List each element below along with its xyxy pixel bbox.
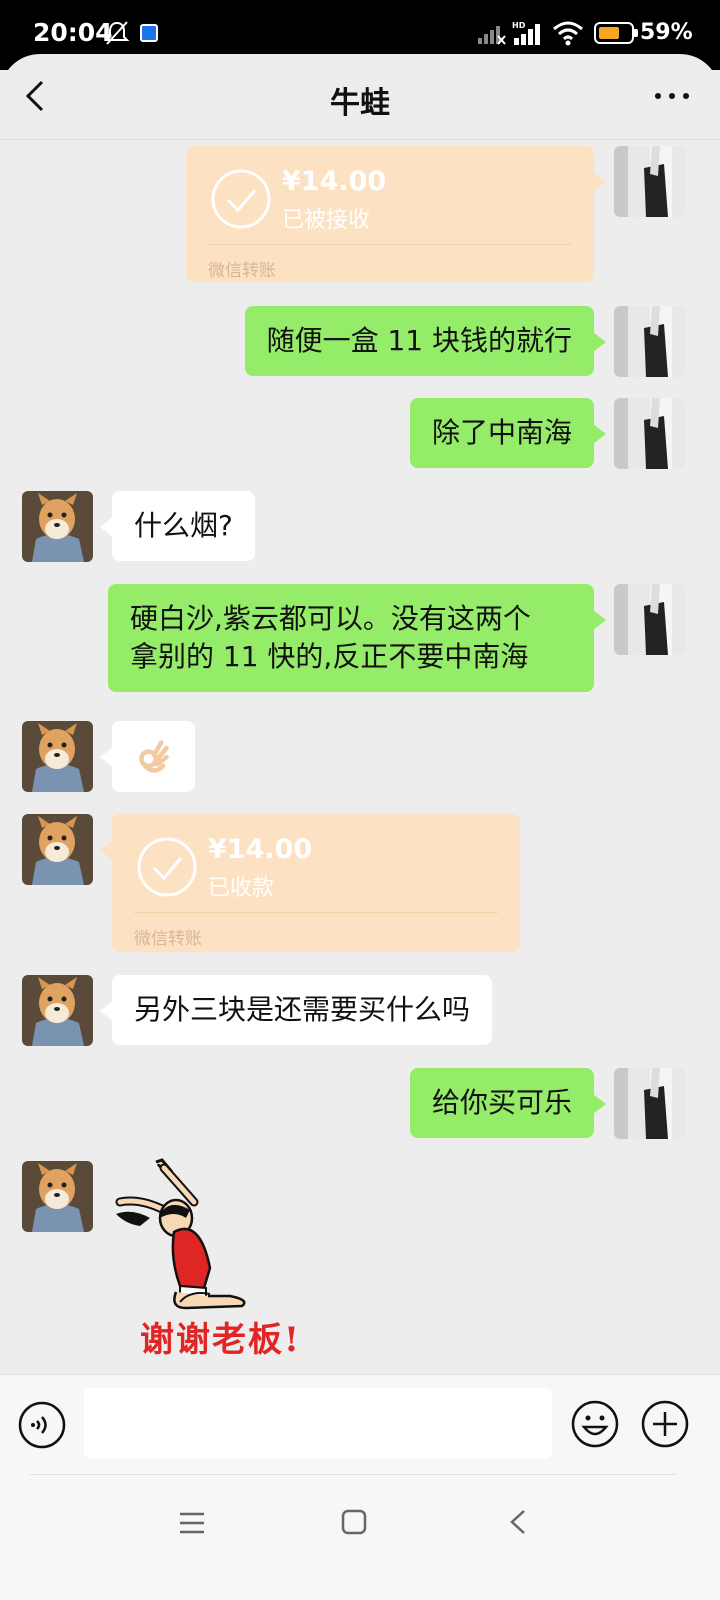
message-text: 随便一盒 11 块钱的就行 — [266, 324, 572, 357]
transfer-status: 已被接收 — [282, 208, 371, 233]
transfer-label: 微信转账 — [208, 261, 276, 281]
message-text: 另外三块是还需要买什么吗 — [134, 993, 471, 1026]
my-avatar[interactable] — [614, 1068, 685, 1139]
person-photo-icon — [614, 146, 685, 217]
sent-message[interactable]: 随便一盒 11 块钱的就行 — [244, 306, 607, 376]
emoji-icon[interactable] — [570, 1399, 620, 1449]
input-bar — [0, 1374, 720, 1474]
transfer-amount: ¥14.00 — [282, 166, 387, 197]
message-text-line: 拿别的 11 快的,反正不要中南海 — [130, 640, 529, 673]
my-avatar[interactable] — [614, 398, 685, 469]
contact-avatar[interactable] — [22, 1161, 93, 1232]
menu-icon[interactable] — [178, 1510, 206, 1536]
contact-avatar[interactable] — [22, 721, 93, 792]
person-photo-icon — [614, 306, 685, 377]
wifi-icon — [553, 21, 583, 46]
sticker-caption: 谢谢老板! — [140, 1320, 301, 1360]
received-emoji-message[interactable] — [100, 721, 195, 792]
message-text: 除了中南海 — [431, 416, 572, 449]
status-time: 20:04 — [33, 18, 113, 47]
message-input[interactable] — [84, 1388, 552, 1458]
shiba-dog-icon — [22, 814, 93, 885]
divider — [30, 1474, 676, 1475]
message-text-line: 硬白沙,紫云都可以。没有这两个 — [130, 602, 531, 635]
shiba-dog-icon — [22, 721, 93, 792]
hd-signal-icon: HD — [512, 21, 540, 45]
app-notification-icon — [140, 24, 158, 42]
contact-avatar[interactable] — [22, 975, 93, 1046]
svg-text:HD: HD — [512, 21, 526, 30]
my-avatar[interactable] — [614, 584, 685, 655]
message-text: 给你买可乐 — [431, 1086, 572, 1119]
message-text: 什么烟? — [134, 509, 233, 542]
received-message[interactable]: 什么烟? — [100, 491, 255, 561]
contact-avatar[interactable] — [22, 814, 93, 885]
transfer-card[interactable]: ¥14.00 已收款 微信转账 — [100, 814, 520, 952]
battery-percent: 59% — [640, 20, 693, 45]
person-photo-icon — [614, 1068, 685, 1139]
voice-icon[interactable] — [18, 1401, 66, 1449]
sent-message[interactable]: 给你买可乐 — [409, 1068, 607, 1138]
back-icon[interactable] — [508, 1508, 528, 1536]
transfer-status: 已收款 — [208, 876, 275, 901]
plus-icon[interactable] — [640, 1399, 690, 1449]
chat-header: 牛蛙 — [0, 54, 720, 140]
sent-message[interactable]: 硬白沙,紫云都可以。没有这两个 拿别的 11 快的,反正不要中南海 — [108, 584, 606, 692]
transfer-label: 微信转账 — [134, 929, 202, 949]
received-message[interactable]: 另外三块是还需要买什么吗 — [99, 975, 493, 1045]
divider — [134, 912, 498, 913]
transfer-amount: ¥14.00 — [208, 834, 313, 865]
person-photo-icon — [614, 584, 685, 655]
contact-avatar[interactable] — [22, 491, 93, 562]
mute-bell-icon — [104, 21, 130, 45]
home-icon[interactable] — [340, 1508, 368, 1536]
divider — [208, 244, 572, 245]
more-dots-icon[interactable] — [650, 76, 694, 116]
transfer-card[interactable]: ¥14.00 已被接收 微信转账 — [186, 146, 606, 282]
shiba-dog-icon — [22, 1161, 93, 1232]
check-circle-icon — [137, 837, 197, 897]
check-circle-icon — [211, 169, 271, 229]
shiba-dog-icon — [22, 975, 93, 1046]
my-avatar[interactable] — [614, 306, 685, 377]
ok-hand-icon — [139, 740, 169, 773]
system-nav-bar — [0, 1474, 720, 1600]
my-avatar[interactable] — [614, 146, 685, 217]
signal-icon — [478, 26, 506, 45]
person-photo-icon — [614, 398, 685, 469]
shiba-dog-icon — [22, 491, 93, 562]
sent-message[interactable]: 除了中南海 — [409, 398, 607, 468]
chat-title: 牛蛙 — [330, 86, 390, 121]
battery-icon — [594, 22, 638, 44]
